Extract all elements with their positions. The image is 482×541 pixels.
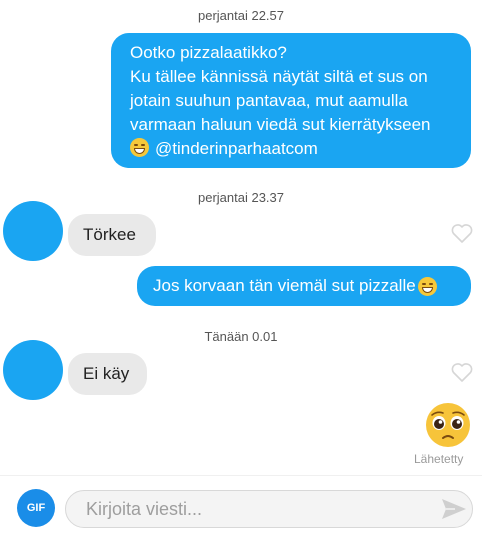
message-text-line: Ootko pizzalaatikko? (130, 43, 287, 62)
message-text: Jos korvaan tän viemäl sut pizzalle (153, 276, 416, 295)
outgoing-message-bubble[interactable]: Ootko pizzalaatikko? Ku tällee kännissä … (111, 33, 471, 168)
message-composer: GIF Kirjoita viesti... (0, 475, 482, 541)
match-avatar[interactable] (3, 340, 63, 400)
message-timestamp: Tänään 0.01 (204, 329, 278, 344)
like-heart-icon[interactable] (450, 222, 474, 244)
message-text: Ei käy (83, 364, 130, 383)
message-text: Törkee (83, 225, 136, 244)
message-timestamp: perjantai 23.37 (197, 190, 284, 205)
send-icon[interactable] (441, 498, 467, 520)
message-text-line: Ku tällee kännissä näytät siltä et sus o… (130, 67, 428, 86)
message-text-line: jotain suuhun pantavaa, mut aamulla (130, 91, 408, 110)
pleading-face-emoji-icon[interactable] (424, 401, 472, 449)
match-avatar[interactable] (3, 201, 63, 261)
laughing-emoji-icon (417, 276, 437, 296)
message-input[interactable]: Kirjoita viesti... (65, 490, 473, 528)
incoming-message-bubble[interactable]: Törkee (68, 214, 156, 256)
outgoing-message-bubble[interactable]: Jos korvaan tän viemäl sut pizzalle (137, 266, 471, 306)
grimacing-blush-emoji-icon (130, 138, 149, 157)
message-text-line: @tinderinparhaatcom (155, 139, 318, 158)
message-status: Lähetetty (414, 452, 464, 466)
incoming-message-bubble[interactable]: Ei käy (68, 353, 147, 395)
message-timestamp: perjantai 22.57 (197, 8, 284, 23)
gif-button[interactable]: GIF (17, 489, 55, 527)
like-heart-icon[interactable] (450, 361, 474, 383)
message-text-line: varmaan haluun viedä sut kierrätykseen (130, 115, 431, 134)
